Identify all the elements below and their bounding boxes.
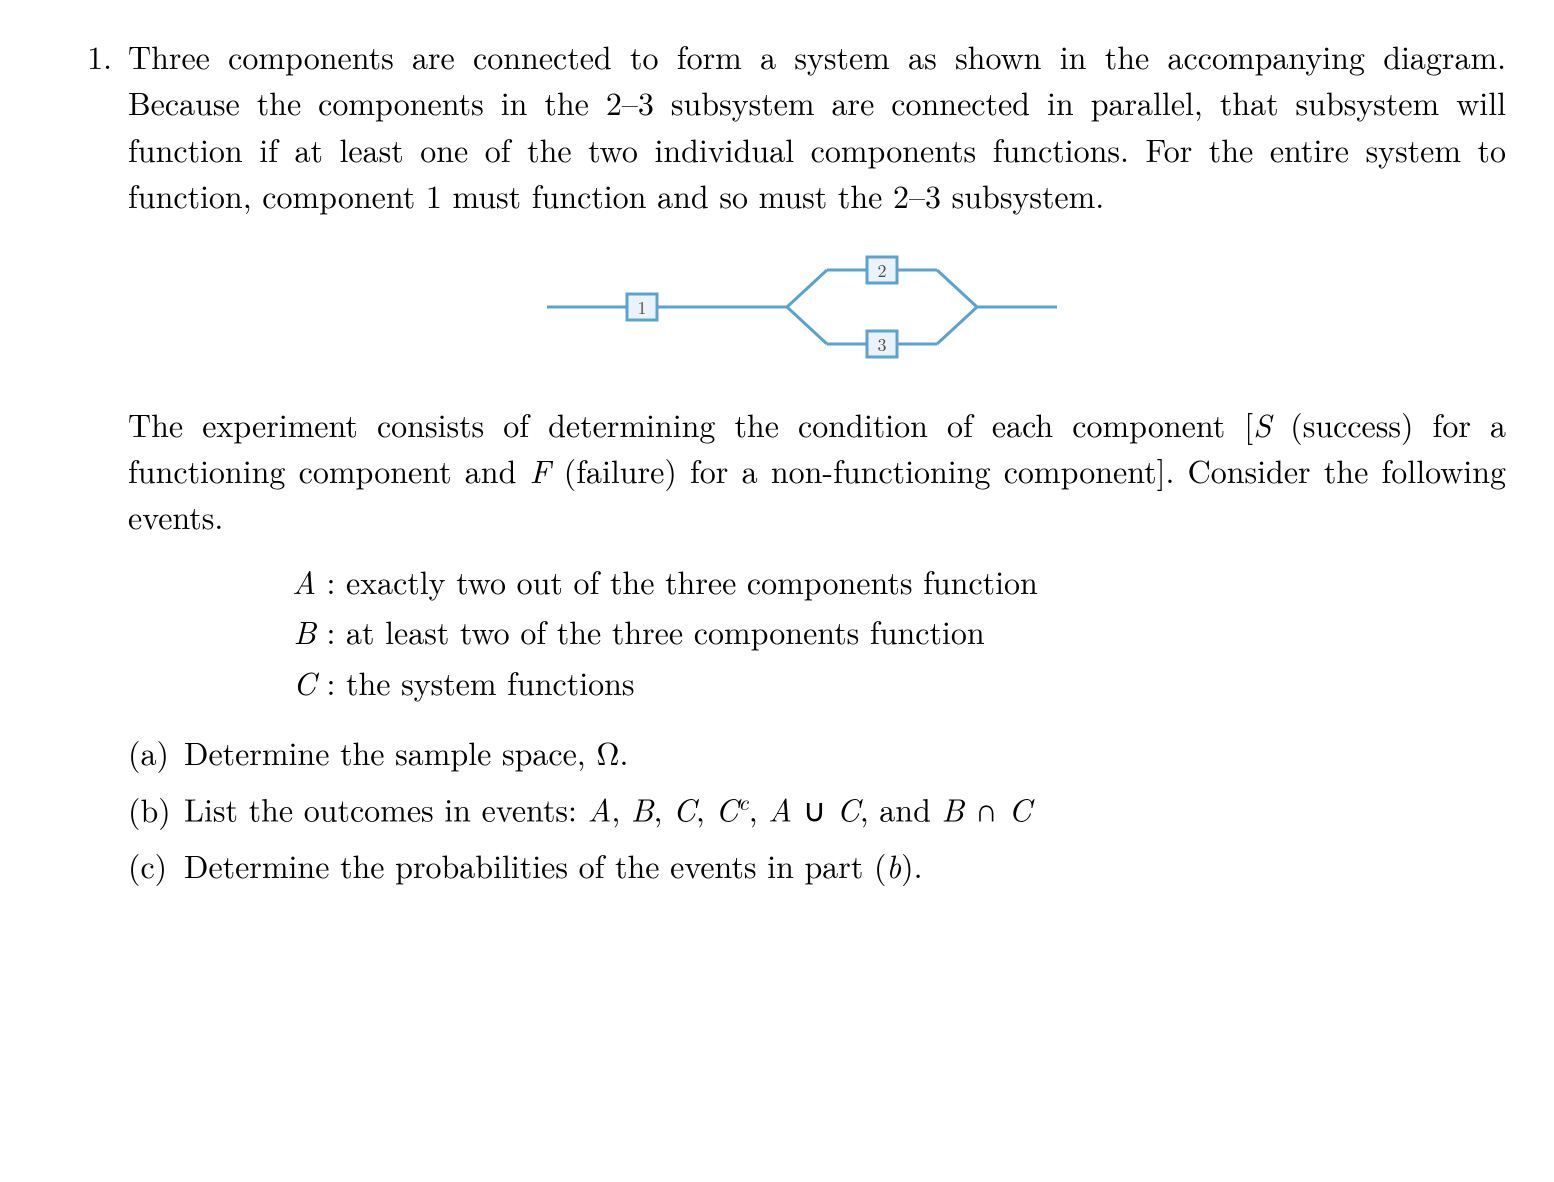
subpart-a: (a) Determine the sample space, Ω. — [128, 730, 1506, 776]
component-label-3: 3 — [878, 332, 887, 357]
sym-A: A — [768, 787, 792, 832]
sym-C: C — [673, 787, 696, 832]
component-label-1: 1 — [638, 295, 647, 320]
sym-B: B — [631, 787, 654, 832]
reliability-diagram-svg: 1 2 — [537, 242, 1097, 372]
event-colon: : — [316, 609, 346, 655]
event-colon: : — [316, 559, 346, 605]
subparts-list: (a) Determine the sample space, Ω. (b) L… — [128, 730, 1506, 890]
page: 1. Three components are connected to for… — [0, 0, 1554, 1182]
event-label: A — [268, 559, 316, 605]
subpart-text: Determine the sample space, Ω. — [184, 730, 1506, 776]
sym-A: A — [588, 787, 612, 832]
wire-split-up — [787, 270, 827, 307]
component-label-2: 2 — [878, 258, 887, 283]
paragraph-statement-1: Three components are connected to form a… — [128, 34, 1506, 220]
sub-c-post: ). — [901, 843, 922, 888]
symbol-S: S — [1253, 402, 1271, 447]
event-text: the system functions — [346, 660, 1506, 706]
wire-merge-up — [937, 270, 977, 307]
sub-a-pre: Determine the sample space, — [184, 730, 596, 775]
event-colon: : — [316, 660, 346, 706]
system-diagram: 1 2 — [128, 242, 1506, 372]
problem-body: Three components are connected to form a… — [128, 34, 1506, 900]
wire-split-down — [787, 307, 827, 344]
intersect-symbol: ∩ — [964, 787, 1008, 832]
event-label: C — [268, 660, 316, 706]
subpart-b: (b) List the outcomes in events: A, B, C… — [128, 786, 1506, 833]
p2-pre: The experiment consists of determining t… — [128, 402, 1253, 447]
event-C: C : the system functions — [268, 660, 1506, 706]
subpart-label: (a) — [128, 730, 184, 776]
event-definitions: A : exactly two out of the three compone… — [128, 559, 1506, 706]
union-symbol: ∪ — [792, 787, 837, 832]
subpart-text: List the outcomes in events: A, B, C, Cc… — [184, 786, 1506, 833]
event-A: A : exactly two out of the three compone… — [268, 559, 1506, 605]
sep: , and — [860, 787, 942, 832]
sep: , — [749, 787, 769, 832]
complement-superscript: c — [738, 786, 748, 817]
symbol-F: F — [530, 448, 551, 493]
problem-1: 1. Three components are connected to for… — [48, 34, 1506, 900]
sep: , — [611, 787, 631, 832]
event-label: B — [268, 609, 316, 655]
sub-a-post: . — [619, 730, 628, 775]
omega-symbol: Ω — [596, 730, 619, 775]
sub-c-b: b — [886, 843, 901, 888]
event-text: at least two of the three components fun… — [346, 609, 1506, 655]
sym-C: C — [715, 787, 738, 832]
event-text: exactly two out of the three components … — [346, 559, 1506, 605]
sym-B: B — [942, 787, 965, 832]
subpart-c: (c) Determine the probabilities of the e… — [128, 843, 1506, 889]
wire-merge-down — [937, 307, 977, 344]
sym-C: C — [837, 787, 860, 832]
paragraph-statement-2: The experiment consists of determining t… — [128, 402, 1506, 541]
subpart-label: (b) — [128, 787, 184, 833]
sub-c-pre: Determine the probabilities of the event… — [184, 843, 886, 888]
sym-C: C — [1008, 787, 1031, 832]
sep: , — [653, 787, 673, 832]
subpart-text: Determine the probabilities of the event… — [184, 843, 1506, 889]
sep: , — [696, 787, 716, 832]
problem-number: 1. — [48, 34, 128, 80]
subpart-label: (c) — [128, 843, 184, 889]
sub-b-pre: List the outcomes in events: — [184, 787, 588, 832]
event-B: B : at least two of the three components… — [268, 609, 1506, 655]
